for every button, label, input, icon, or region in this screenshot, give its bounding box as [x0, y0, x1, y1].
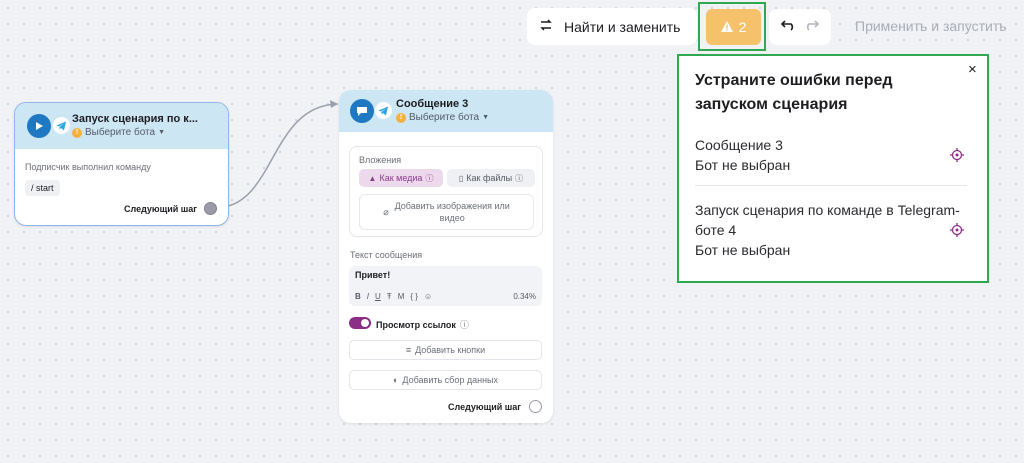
format-toolbar: B I U Ŧ M { } ☺ — [355, 292, 432, 301]
next-step-label: Следующий шаг — [124, 204, 198, 214]
bot-selector[interactable]: ! Выберите бота ▼ — [72, 127, 165, 138]
chevron-down-icon: ▼ — [482, 114, 490, 121]
error-item-name: Сообщение 3 — [695, 137, 783, 153]
find-replace-label: Найти и заменить — [564, 18, 681, 35]
trigger-label: Подписчик выполнил команду — [25, 162, 151, 172]
apply-run-button[interactable]: Применить и запустить — [855, 18, 1007, 34]
emoji-tool[interactable]: ☺ — [424, 292, 432, 301]
locate-target-icon[interactable] — [950, 148, 964, 162]
error-item-message: Бот не выбран — [695, 157, 791, 173]
info-icon: ⓘ — [459, 320, 469, 330]
link-preview-row: Просмотр ссылок ⓘ — [376, 318, 469, 331]
error-divider — [695, 185, 967, 186]
command-chip[interactable]: / start — [25, 180, 60, 196]
image-icon: ▲ — [368, 173, 377, 183]
message-text: Привет! — [355, 270, 391, 280]
warning-icon: ! — [72, 127, 82, 138]
add-media-line1: Добавить изображения или — [394, 201, 510, 211]
mono-tool[interactable]: M — [398, 292, 405, 301]
file-icon: ▯ — [458, 173, 464, 183]
text-label: Текст сообщения — [350, 250, 423, 260]
add-data-collection-button[interactable]: ◐ Добавить сбор данных — [349, 370, 542, 390]
add-buttons-button[interactable]: ≡ Добавить кнопки — [349, 340, 542, 360]
undo-icon[interactable] — [780, 18, 796, 36]
swap-arrows-icon — [539, 18, 553, 35]
underline-tool[interactable]: U — [375, 292, 381, 301]
info-icon: ⓘ — [425, 173, 434, 183]
errors-panel: Устраните ошибки перед запуском сценария… — [677, 54, 989, 283]
find-replace-button[interactable]: Найти и заменить — [527, 8, 697, 45]
bold-tool[interactable]: B — [355, 292, 361, 301]
as-files-label: Как файлы — [466, 173, 513, 183]
node-title: Сообщение 3 — [396, 98, 469, 110]
chat-bubble-icon — [350, 99, 374, 123]
message-node[interactable]: Сообщение 3 ! Выберите бота ▼ Вложения ▲… — [339, 90, 553, 423]
warnings-button[interactable]: 2 — [706, 9, 761, 45]
char-usage: 0.34% — [513, 292, 536, 301]
telegram-icon — [375, 102, 392, 119]
error-item-name: Запуск сценария по команде в Telegram-бо… — [695, 202, 960, 238]
warnings-count: 2 — [738, 19, 747, 35]
variables-tool[interactable]: { } — [410, 292, 418, 301]
buttons-icon: ≡ — [405, 345, 412, 355]
error-item[interactable]: Сообщение 3 Бот не выбран — [695, 135, 985, 175]
add-data-collection-label: Добавить сбор данных — [402, 375, 499, 385]
as-files-toggle[interactable]: ▯ Как файлы ⓘ — [447, 169, 535, 187]
bot-selector[interactable]: ! Выберите бота ▼ — [396, 112, 489, 123]
add-media-line2: видео — [439, 213, 465, 223]
as-media-toggle[interactable]: ▲ Как медиа ⓘ — [359, 169, 443, 187]
next-step-label: Следующий шаг — [448, 402, 522, 412]
next-step-port[interactable] — [529, 400, 542, 413]
next-step-port[interactable] — [204, 202, 217, 215]
telegram-icon — [53, 117, 70, 134]
attachments-label: Вложения — [359, 155, 402, 165]
error-item-message: Бот не выбран — [695, 242, 791, 258]
error-item[interactable]: Запуск сценария по команде в Telegram-бо… — [695, 200, 985, 260]
data-collection-icon: ◐ — [392, 375, 399, 385]
locate-target-icon[interactable] — [950, 223, 964, 237]
warning-icon: ! — [396, 112, 406, 123]
add-media-dropzone[interactable]: ⌀ Добавить изображения или видео — [359, 194, 534, 230]
attachments-section: Вложения ▲ Как медиа ⓘ ▯ Как файлы ⓘ ⌀ Д… — [349, 146, 543, 237]
as-media-label: Как медиа — [379, 173, 423, 183]
bot-placeholder: Выберите бота — [409, 112, 480, 123]
italic-tool[interactable]: I — [367, 292, 369, 301]
chevron-down-icon: ▼ — [158, 129, 166, 136]
bot-placeholder: Выберите бота — [85, 127, 156, 138]
warning-icon — [720, 19, 733, 35]
paperclip-icon: ⌀ — [383, 207, 389, 217]
link-preview-label: Просмотр ссылок — [376, 319, 456, 330]
add-buttons-label: Добавить кнопки — [415, 345, 486, 355]
link-preview-toggle[interactable] — [349, 317, 371, 329]
play-icon — [27, 114, 51, 138]
node-title: Запуск сценария по к... — [72, 113, 198, 125]
start-trigger-node[interactable]: Запуск сценария по к... ! Выберите бота … — [14, 102, 229, 226]
message-text-editor[interactable]: Привет! B I U Ŧ M { } ☺ 0.34% — [349, 266, 542, 306]
undo-redo-group — [769, 9, 831, 45]
info-icon: ⓘ — [515, 173, 524, 183]
strike-tool[interactable]: Ŧ — [387, 292, 392, 301]
errors-title: Устраните ошибки перед запуском сценария — [695, 72, 893, 113]
close-icon[interactable]: × — [968, 62, 977, 78]
redo-icon[interactable] — [804, 18, 820, 36]
